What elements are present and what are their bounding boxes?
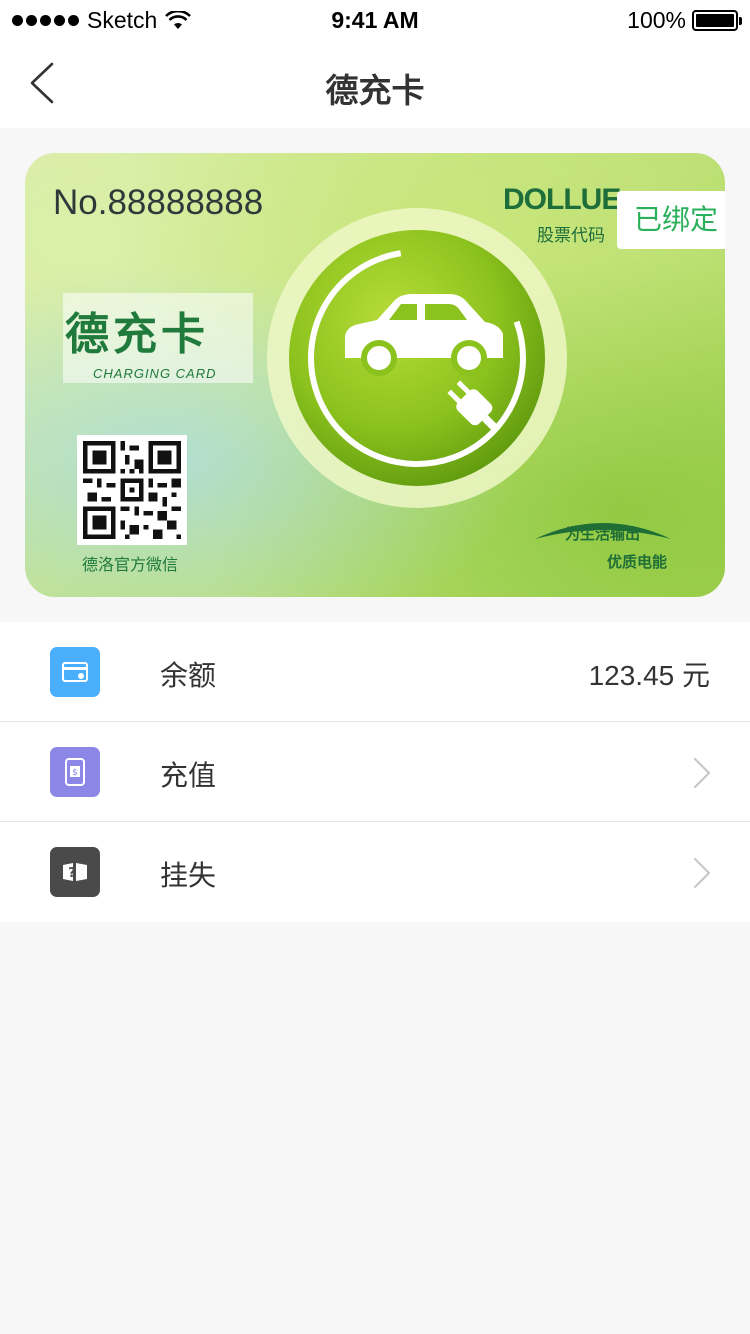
card-number: No.88888888: [53, 183, 264, 222]
report-loss-label: 挂失: [160, 859, 217, 892]
qr-code-image: [83, 441, 181, 539]
balance-label: 余额: [160, 659, 217, 692]
balance-value: 123.45 元: [588, 660, 710, 691]
card-balance-icon: [50, 647, 100, 697]
recharge-row[interactable]: $ 充值: [0, 722, 750, 822]
charging-card: No.88888888 DOLLUE 股票代码 已绑定 德充卡 CHARGING…: [25, 153, 725, 597]
chevron-right-icon: [693, 757, 711, 789]
status-right: 100%: [627, 7, 742, 34]
svg-text:?: ?: [68, 866, 76, 881]
balance-row: 余额 123.45 元: [0, 622, 750, 722]
card-name-cn: 德充卡: [65, 309, 209, 360]
report-loss-icon: ?: [50, 847, 100, 897]
qr-code: [77, 435, 187, 545]
card-menu-list: 余额 123.45 元 $ 充值 ? 挂失: [0, 622, 750, 922]
bound-status-badge: 已绑定: [617, 191, 725, 249]
nav-bar: 德充卡: [0, 40, 750, 128]
page-title: 德充卡: [325, 71, 425, 110]
battery-percent: 100%: [627, 7, 686, 33]
qr-caption: 德洛官方微信: [82, 555, 179, 574]
recharge-label: 充值: [160, 759, 217, 792]
card-name-en: CHARGING CARD: [93, 366, 217, 381]
slogan-line1: 为生活输出: [565, 525, 641, 543]
battery-icon: [692, 10, 742, 31]
recharge-phone-icon: $: [50, 747, 100, 797]
svg-text:$: $: [72, 768, 78, 778]
status-bar: Sketch 9:41 AM 100%: [0, 0, 750, 40]
slogan-line2: 优质电能: [607, 553, 668, 571]
chevron-right-icon: [693, 857, 711, 889]
ev-charging-car-icon: [267, 208, 567, 508]
report-loss-row[interactable]: ? 挂失: [0, 822, 750, 922]
